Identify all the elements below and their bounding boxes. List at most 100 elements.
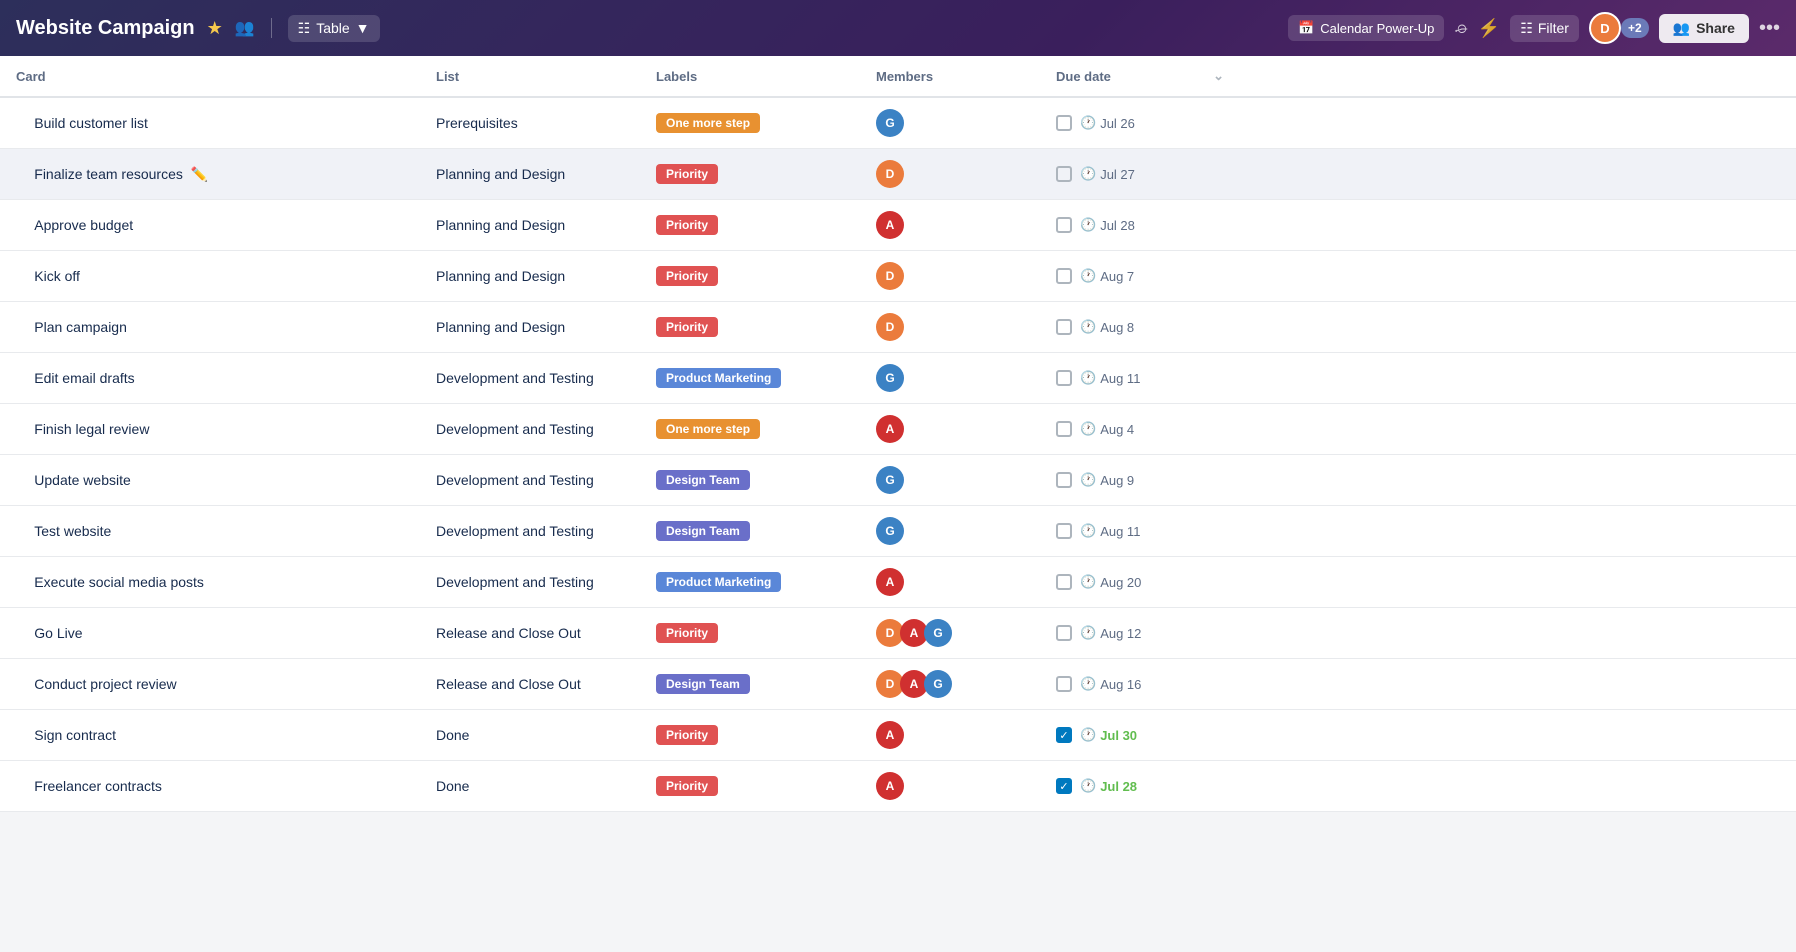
due-date-checkbox[interactable]: [1056, 217, 1072, 233]
lightning-icon[interactable]: ⚡: [1478, 18, 1500, 39]
due-date-checkbox[interactable]: [1056, 421, 1072, 437]
label-badge[interactable]: Product Marketing: [656, 572, 781, 592]
card-name[interactable]: Go Live: [34, 625, 82, 641]
list-cell: Planning and Design: [420, 200, 640, 251]
label-badge[interactable]: Priority: [656, 725, 718, 745]
due-date-checkbox[interactable]: [1056, 523, 1072, 539]
due-date-text: 🕐 Aug 4: [1080, 421, 1134, 437]
edit-icon[interactable]: ✏️: [191, 166, 208, 183]
label-badge[interactable]: Priority: [656, 164, 718, 184]
due-date-cell: 🕐 Aug 4: [1040, 404, 1796, 455]
clock-icon: 🕐: [1080, 268, 1096, 284]
due-date-cell: 🕐 Aug 7: [1040, 251, 1796, 302]
card-name[interactable]: Freelancer contracts: [34, 778, 162, 794]
table-view-button[interactable]: ☷ Table ▼: [288, 15, 380, 42]
share-label: Share: [1696, 20, 1735, 36]
table-row: ⠿ Plan campaign Planning and Design Prior…: [0, 302, 1796, 353]
list-cell: Done: [420, 761, 640, 812]
member-avatar[interactable]: A: [876, 211, 904, 239]
due-date-text: 🕐 Aug 20: [1080, 574, 1141, 590]
label-badge[interactable]: Design Team: [656, 521, 750, 541]
label-badge[interactable]: Priority: [656, 266, 718, 286]
due-date-checkbox[interactable]: [1056, 472, 1072, 488]
card-name[interactable]: Update website: [34, 472, 131, 488]
card-name[interactable]: Test website: [34, 523, 111, 539]
table-row: ⠿ Finish legal review Development and Te…: [0, 404, 1796, 455]
members-cell: D: [860, 251, 1040, 302]
card-name[interactable]: Finish legal review: [34, 421, 149, 437]
labels-cell: Design Team: [640, 455, 860, 506]
card-name[interactable]: Build customer list: [34, 115, 148, 131]
card-name[interactable]: Edit email drafts: [34, 370, 134, 386]
members-cell: A: [860, 710, 1040, 761]
member-avatar[interactable]: G: [876, 517, 904, 545]
due-date-checkbox[interactable]: [1056, 676, 1072, 692]
due-date-checkbox[interactable]: [1056, 574, 1072, 590]
table-row: ⠿ Execute social media posts Development…: [0, 557, 1796, 608]
col-header-due-date[interactable]: Due date ⌄: [1040, 56, 1240, 96]
more-options-button[interactable]: •••: [1759, 17, 1780, 40]
avatar-d[interactable]: D: [1589, 12, 1621, 44]
label-badge[interactable]: Priority: [656, 623, 718, 643]
card-name[interactable]: Sign contract: [34, 727, 116, 743]
calendar-powerup-button[interactable]: 📅 Calendar Power-Up: [1288, 15, 1444, 41]
due-date-text: 🕐 Aug 11: [1080, 523, 1140, 539]
card-name[interactable]: Plan campaign: [34, 319, 127, 335]
card-cell: ⠿ Finish legal review: [0, 404, 420, 455]
due-date-checkbox[interactable]: [1056, 268, 1072, 284]
label-badge[interactable]: Design Team: [656, 674, 750, 694]
tasks-table: Card List Labels Members Due date ⌄: [0, 56, 1796, 812]
label-badge[interactable]: Design Team: [656, 470, 750, 490]
due-date-text: 🕐 Jul 30: [1080, 727, 1137, 743]
label-badge[interactable]: Product Marketing: [656, 368, 781, 388]
filter-button[interactable]: ☷ Filter: [1510, 15, 1579, 42]
card-cell: ⠿ Plan campaign: [0, 302, 420, 353]
member-avatar[interactable]: A: [876, 721, 904, 749]
labels-cell: Priority: [640, 200, 860, 251]
due-date-checkbox[interactable]: [1056, 778, 1072, 794]
header-right-actions: 📅 Calendar Power-Up ⌮ ⚡ ☷ Filter D +2 👥 …: [1288, 12, 1780, 44]
card-name[interactable]: Execute social media posts: [34, 574, 204, 590]
due-date-checkbox[interactable]: [1056, 166, 1072, 182]
member-avatar[interactable]: G: [924, 670, 952, 698]
member-avatar[interactable]: G: [924, 619, 952, 647]
member-avatar[interactable]: D: [876, 160, 904, 188]
labels-cell: Priority: [640, 710, 860, 761]
list-name: Development and Testing: [436, 523, 594, 539]
member-avatar[interactable]: A: [876, 772, 904, 800]
member-avatar[interactable]: A: [876, 415, 904, 443]
table-row: ⠿ Go Live Release and Close OutPriorityD…: [0, 608, 1796, 659]
label-badge[interactable]: One more step: [656, 113, 760, 133]
member-avatar[interactable]: G: [876, 466, 904, 494]
due-date-cell: 🕐 Jul 28: [1040, 761, 1796, 812]
due-date-checkbox[interactable]: [1056, 370, 1072, 386]
due-date-checkbox[interactable]: [1056, 625, 1072, 641]
member-avatar[interactable]: G: [876, 364, 904, 392]
notification-icon[interactable]: ⌮: [1454, 18, 1467, 39]
clock-icon: 🕐: [1080, 217, 1096, 233]
label-badge[interactable]: One more step: [656, 419, 760, 439]
list-name: Planning and Design: [436, 217, 565, 233]
card-name[interactable]: Finalize team resources: [34, 166, 183, 182]
due-date-checkbox[interactable]: [1056, 319, 1072, 335]
member-avatar[interactable]: G: [876, 109, 904, 137]
member-avatar[interactable]: A: [876, 568, 904, 596]
members-cell: A: [860, 761, 1040, 812]
list-name: Planning and Design: [436, 319, 565, 335]
list-name: Development and Testing: [436, 421, 594, 437]
card-name[interactable]: Approve budget: [34, 217, 133, 233]
member-avatar[interactable]: D: [876, 313, 904, 341]
label-badge[interactable]: Priority: [656, 215, 718, 235]
due-date-checkbox[interactable]: [1056, 115, 1072, 131]
clock-icon: 🕐: [1080, 676, 1096, 692]
star-icon[interactable]: ★: [207, 18, 223, 39]
share-button[interactable]: 👥 Share: [1659, 14, 1749, 43]
avatar-count[interactable]: +2: [1621, 18, 1649, 38]
label-badge[interactable]: Priority: [656, 317, 718, 337]
col-header-list: List: [420, 56, 640, 97]
card-name[interactable]: Conduct project review: [34, 676, 176, 692]
label-badge[interactable]: Priority: [656, 776, 718, 796]
member-avatar[interactable]: D: [876, 262, 904, 290]
card-name[interactable]: Kick off: [34, 268, 80, 284]
due-date-checkbox[interactable]: [1056, 727, 1072, 743]
